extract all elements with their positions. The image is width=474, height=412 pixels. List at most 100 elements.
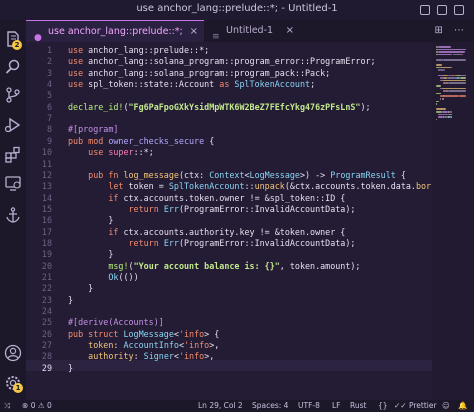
line-number: 5 — [46, 90, 52, 101]
code-token: (ctx: — [178, 169, 210, 180]
minimap-line — [436, 64, 442, 66]
minimap-line — [440, 66, 451, 69]
braces-icon[interactable]: {} — [378, 401, 388, 410]
code-line: #[derive(Accounts)] — [68, 317, 164, 327]
code-token: ::*; — [133, 147, 154, 158]
code-line: Ok(()) — [68, 272, 139, 282]
indentation[interactable]: Spaces: 4 — [252, 401, 288, 410]
code-token: SplTokenAccount — [168, 181, 245, 192]
toggle-secondary-sidebar-icon[interactable] — [454, 5, 464, 15]
tab-untitled[interactable]: ≡ Untitled-1 × — [204, 20, 300, 42]
search-icon[interactable] — [4, 58, 22, 76]
code-line: use anchor_lang::solana_program::program… — [68, 68, 330, 78]
close-icon[interactable]: × — [286, 20, 294, 42]
minimap-line — [438, 46, 452, 48]
line-number: 14 — [41, 192, 52, 203]
code-token: authority — [88, 351, 134, 362]
tab-active-file[interactable]: ● use anchor_lang::prelude::*; × — [26, 20, 204, 43]
minimap-line — [448, 90, 466, 92]
remote-icon[interactable]: ⤨ — [4, 401, 10, 411]
encoding[interactable]: UTF-8 — [298, 401, 320, 410]
code-token: use — [88, 147, 109, 158]
end-of-line[interactable]: LF — [332, 401, 341, 410]
minimap-line — [448, 82, 466, 84]
minimap-line — [459, 77, 466, 79]
line-number: 19 — [41, 249, 52, 260]
code-token: anchor_lang::solana_program::program_pac… — [88, 67, 331, 78]
minimap-line — [436, 100, 439, 103]
toggle-panel-icon[interactable] — [437, 5, 447, 15]
code-editor[interactable]: 1 2 3 4 5 6 7 8 9 10 11 12 13 14 15 16 17 18 19 20 21 22 23 24 2… — [26, 42, 432, 400]
minimap-line — [436, 118, 437, 121]
extensions-icon[interactable] — [4, 146, 22, 164]
close-icon[interactable]: × — [190, 21, 198, 43]
problems-indicator[interactable]: ⊗ 0 ⚠ 0 — [22, 401, 52, 410]
language-mode[interactable]: Rust — [350, 401, 366, 410]
remote-explorer-icon[interactable] — [4, 174, 22, 192]
minimap-line — [459, 95, 466, 97]
toggle-sidebar-icon[interactable] — [420, 5, 430, 15]
minimap-line — [451, 113, 453, 116]
line-number: 18 — [41, 237, 52, 248]
code-line: use anchor_lang::prelude::*; — [68, 45, 209, 55]
line-number: 13 — [41, 181, 52, 192]
line-number: 16 — [41, 215, 52, 226]
line-number: 26 — [41, 328, 52, 339]
minimap-line — [436, 85, 441, 87]
code-token: Signer — [143, 351, 174, 362]
code-token: 'info — [184, 340, 210, 351]
prettier-status[interactable]: ✓✓ Prettier — [394, 401, 437, 410]
run-debug-icon[interactable] — [4, 116, 22, 134]
code-token: ); — [360, 101, 371, 112]
code-line: #[program] — [68, 124, 118, 134]
error-icon: ⊗ — [22, 401, 29, 410]
minimap-line — [436, 103, 437, 105]
code-token: let — [108, 181, 129, 192]
source-control-icon[interactable] — [4, 86, 22, 104]
code-token: token = — [128, 181, 169, 192]
code-line: pub struct LogMessage<'info> { — [68, 329, 219, 339]
code-line: } — [68, 363, 73, 373]
code-line: } — [68, 215, 113, 225]
minimap-line — [447, 77, 456, 79]
line-number: 4 — [46, 79, 52, 90]
explorer-badge: 2 — [12, 40, 22, 50]
code-token: #[program] — [68, 124, 119, 135]
status-bar: ⤨ ⊗ 0 ⚠ 0 Ln 29, Col 2 Spaces: 4 UTF-8 L… — [0, 400, 474, 412]
minimap-line — [464, 74, 466, 77]
code-line: token: AccountInfo<'info>, — [68, 340, 219, 350]
line-number: 2 — [46, 56, 52, 67]
code-token: unpack — [254, 181, 285, 192]
notifications-icon[interactable]: 🔔 — [458, 401, 467, 410]
code-token: pub mod — [68, 135, 109, 146]
account-icon[interactable] — [4, 344, 22, 362]
code-token: 'info — [178, 351, 205, 362]
code-line: use spl_token::state::Account as SplToke… — [68, 79, 315, 89]
code-token: LogMessage — [123, 328, 174, 339]
code-token: } — [68, 362, 74, 373]
code-token: LogMessage — [249, 169, 300, 180]
minimap[interactable] — [432, 42, 474, 400]
code-token: token — [88, 340, 114, 351]
split-editor-icon[interactable]: ⊞ ⋯ — [434, 25, 468, 36]
code-line: msg!("Your account balance is: {}", toke… — [68, 261, 360, 271]
code-token: anchor_lang::prelude::*; — [88, 45, 210, 55]
anchor-icon[interactable] — [4, 206, 22, 224]
code-line: if ctx.accounts.token.owner != &spl_toke… — [68, 193, 345, 203]
code-token: SplTokenAccount — [234, 79, 311, 90]
code-token: { — [395, 169, 406, 180]
cursor-position[interactable]: Ln 29, Col 2 — [198, 401, 243, 410]
feedback-icon[interactable]: ☺ — [442, 401, 450, 410]
code-token: (()) — [118, 272, 139, 282]
code-token: return — [128, 237, 164, 248]
code-line: pub mod owner_checks_secure { — [68, 136, 214, 146]
window-title: use anchor_lang::prelude::*; - Untitled-… — [136, 3, 338, 14]
code-token: } — [68, 283, 94, 294]
code-token: if — [108, 192, 124, 203]
line-number: 25 — [41, 317, 52, 328]
code-line: } — [68, 295, 73, 305]
line-number: 17 — [41, 226, 52, 237]
